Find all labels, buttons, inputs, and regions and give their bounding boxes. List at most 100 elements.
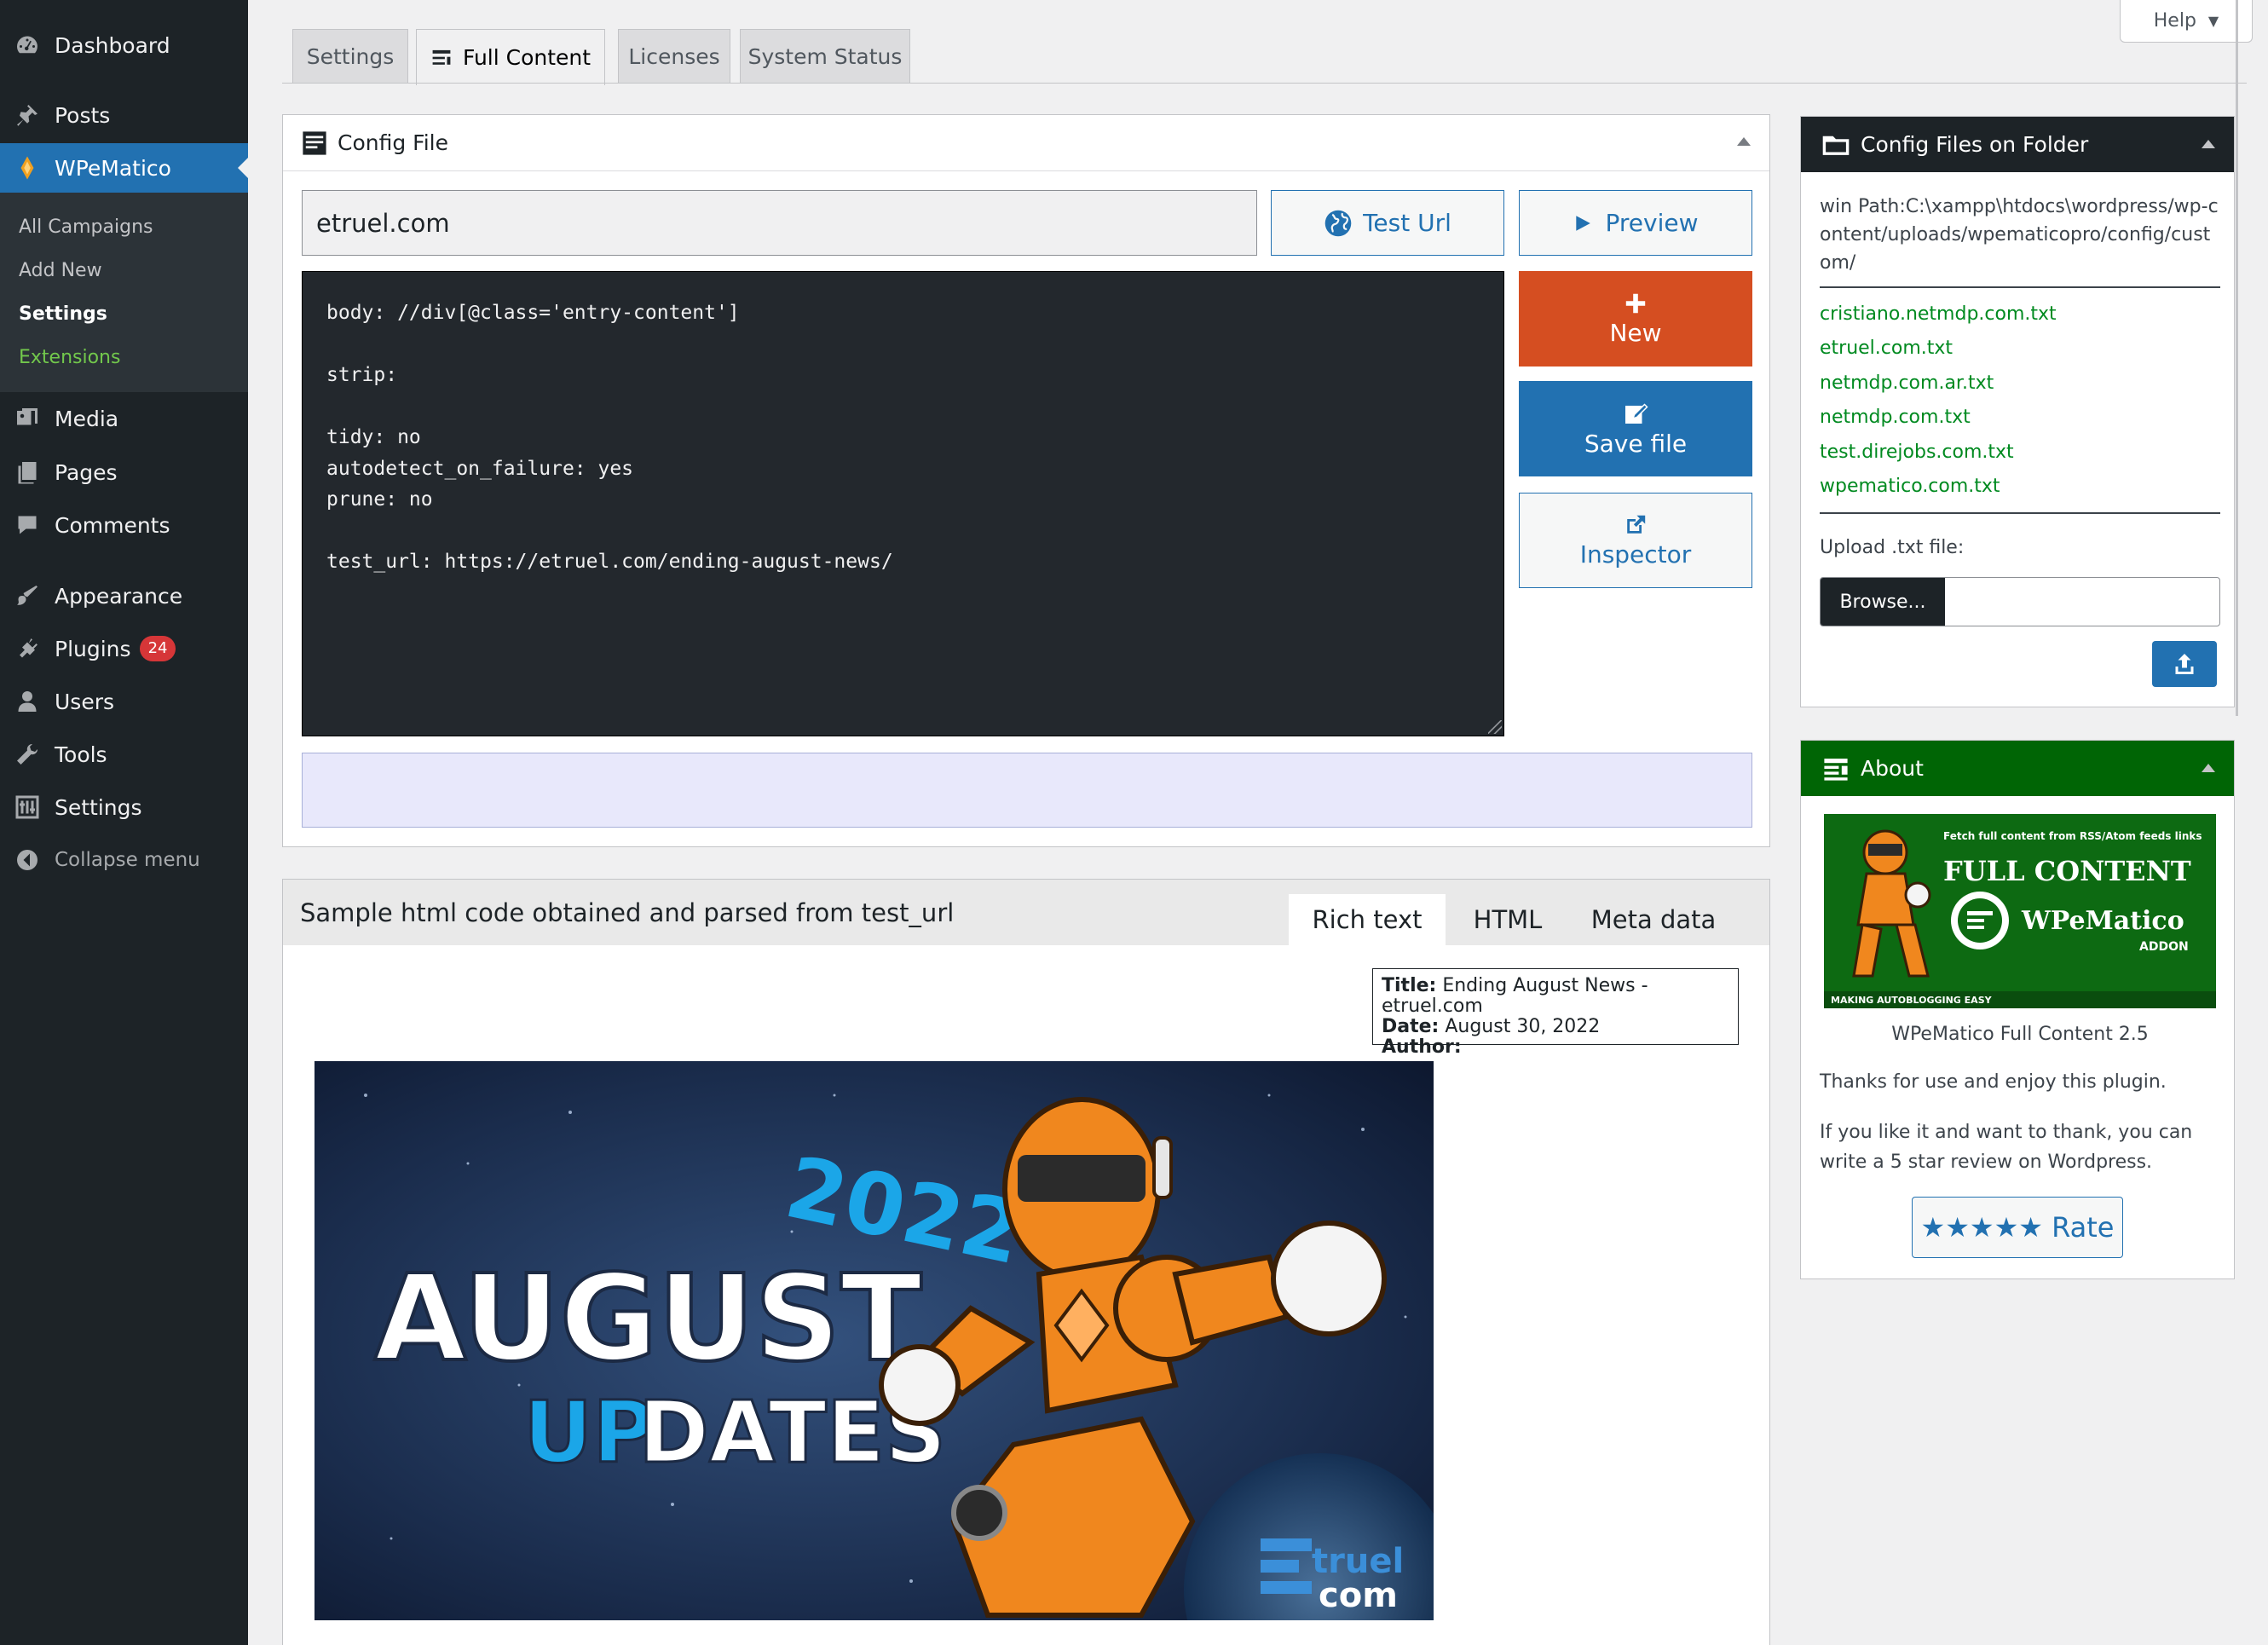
config-file-header[interactable]: Config File xyxy=(283,115,1769,171)
meta-date-value: August 30, 2022 xyxy=(1445,1016,1601,1037)
test-url-button[interactable]: Test Url xyxy=(1271,190,1504,256)
collapse-icon xyxy=(14,846,41,874)
preview-label: Preview xyxy=(1605,209,1699,237)
tab-label: Licenses xyxy=(628,44,720,69)
etruel-logo-bottom: com xyxy=(1319,1576,1398,1615)
tab-label: Meta data xyxy=(1590,905,1717,934)
menu-label: Tools xyxy=(55,742,107,767)
help-label: Help xyxy=(2153,10,2196,32)
submenu-extensions[interactable]: Extensions xyxy=(19,347,120,368)
logo-line2: WPeMatico xyxy=(2021,906,2184,936)
menu-item-media[interactable]: Media xyxy=(0,394,248,443)
config-file-link[interactable]: test.direjobs.com.txt xyxy=(1820,442,2014,463)
tab-full-content[interactable]: Full Content xyxy=(416,29,605,85)
config-file-link[interactable]: wpematico.com.txt xyxy=(1820,476,2000,497)
url-value: etruel.com xyxy=(316,208,450,238)
dashboard-icon xyxy=(14,32,41,59)
rate-button[interactable]: ★★★★★ Rate xyxy=(1912,1197,2123,1258)
list-icon xyxy=(1824,758,1848,781)
list-icon xyxy=(430,47,453,69)
menu-label: Pages xyxy=(55,459,118,485)
collapse-toggle-icon[interactable] xyxy=(2202,764,2215,772)
menu-label: Collapse menu xyxy=(55,849,200,871)
menu-item-users[interactable]: Users xyxy=(0,677,248,726)
meta-title-label: Title: xyxy=(1382,975,1437,996)
save-label: Save file xyxy=(1584,429,1688,458)
about-version: WPeMatico Full Content 2.5 xyxy=(1891,1024,2149,1045)
plus-icon xyxy=(1624,291,1648,315)
menu-item-pages[interactable]: Pages xyxy=(0,447,248,497)
test-result-box xyxy=(302,753,1752,828)
tab-meta-data[interactable]: Meta data xyxy=(1570,894,1737,945)
menu-item-tools[interactable]: Tools xyxy=(0,730,248,779)
submenu-all-campaigns[interactable]: All Campaigns xyxy=(19,216,153,238)
page-scrollbar[interactable] xyxy=(2236,0,2238,716)
logo-tagline: Fetch full content from RSS/Atom feeds l… xyxy=(1943,830,2202,842)
tab-system-status[interactable]: System Status xyxy=(740,29,910,84)
upload-button[interactable] xyxy=(2152,641,2217,687)
save-file-button[interactable]: Save file xyxy=(1519,381,1752,476)
config-file-link[interactable]: etruel.com.txt xyxy=(1820,338,1953,359)
help-button[interactable]: Help ▼ xyxy=(2120,0,2253,43)
panel-title: Config Files on Folder xyxy=(1861,132,2089,157)
path-divider xyxy=(1820,286,2220,288)
document-icon xyxy=(300,129,329,158)
menu-label: Dashboard xyxy=(55,32,170,58)
menu-item-dashboard[interactable]: Dashboard xyxy=(0,20,248,70)
folder-icon xyxy=(1822,136,1850,155)
browse-label: Browse... xyxy=(1839,591,1926,613)
submenu-add-new[interactable]: Add New xyxy=(19,260,102,281)
banner-line1: AUGUST xyxy=(374,1250,922,1388)
tab-licenses[interactable]: Licenses xyxy=(618,29,730,84)
config-folder-header[interactable]: Config Files on Folder xyxy=(1801,117,2234,172)
meta-author-label: Author: xyxy=(1382,1036,1462,1058)
tab-rich-text[interactable]: Rich text xyxy=(1289,894,1446,945)
menu-item-appearance[interactable]: Appearance xyxy=(0,571,248,620)
test-url-label: Test Url xyxy=(1363,209,1451,237)
panel-title: About xyxy=(1861,756,1924,781)
browse-button[interactable]: Browse... xyxy=(1821,578,1945,626)
rate-label: ★★★★★ Rate xyxy=(1920,1211,2115,1244)
file-upload-input[interactable]: Browse... xyxy=(1820,577,2220,626)
sample-title: Sample html code obtained and parsed fro… xyxy=(300,898,955,927)
menu-item-posts[interactable]: Posts xyxy=(0,90,248,140)
admin-sidebar: Dashboard Posts WPeMatico All Campaigns … xyxy=(0,0,248,1645)
tab-label: Rich text xyxy=(1312,905,1423,934)
config-path-text: win Path:C:\xampp\htdocs\wordpress/wp-co… xyxy=(1820,196,2219,274)
tab-label: HTML xyxy=(1473,905,1543,934)
globe-icon xyxy=(1324,209,1353,238)
new-label: New xyxy=(1609,318,1662,347)
config-code-text: body: //div[@class='entry-content'] stri… xyxy=(326,302,893,573)
config-file-link[interactable]: netmdp.com.ar.txt xyxy=(1820,372,1994,394)
tab-html[interactable]: HTML xyxy=(1446,894,1570,945)
pages-icon xyxy=(14,459,41,486)
active-indicator xyxy=(238,158,248,178)
collapse-toggle-icon[interactable] xyxy=(1737,137,1751,146)
menu-item-settings[interactable]: Settings xyxy=(0,782,248,832)
upload-icon xyxy=(2175,654,2194,674)
config-file-link[interactable]: netmdp.com.txt xyxy=(1820,407,1971,428)
menu-label: Settings xyxy=(55,794,142,820)
tab-settings[interactable]: Settings xyxy=(292,29,408,84)
inspector-button[interactable]: Inspector xyxy=(1519,493,1752,588)
about-header[interactable]: About xyxy=(1801,741,2234,796)
config-url-input[interactable]: etruel.com xyxy=(302,190,1257,256)
new-button[interactable]: New xyxy=(1519,271,1752,367)
config-file-link[interactable]: cristiano.netmdp.com.txt xyxy=(1820,303,2057,325)
collapse-menu-button[interactable]: Collapse menu xyxy=(0,835,248,885)
resize-handle-icon[interactable] xyxy=(1488,720,1502,734)
preview-button[interactable]: Preview xyxy=(1519,190,1752,256)
collapse-toggle-icon[interactable] xyxy=(2202,140,2215,148)
menu-item-plugins[interactable]: Plugins 24 xyxy=(0,624,248,673)
submenu-settings[interactable]: Settings xyxy=(19,303,107,325)
paintbrush-icon xyxy=(14,582,41,609)
about-review-line2: write a 5 star review on Wordpress. xyxy=(1820,1152,2153,1173)
menu-item-comments[interactable]: Comments xyxy=(0,500,248,550)
config-code-editor[interactable]: body: //div[@class='entry-content'] stri… xyxy=(302,271,1504,736)
menu-label: WPeMatico xyxy=(55,155,171,181)
menu-item-wpematico[interactable]: WPeMatico xyxy=(0,143,248,193)
sample-header: Sample html code obtained and parsed fro… xyxy=(283,880,1769,945)
menu-label: Comments xyxy=(55,512,170,538)
meta-info-box: Title: Ending August News - etruel.com D… xyxy=(1372,968,1739,1058)
meta-date-label: Date: xyxy=(1382,1016,1440,1037)
